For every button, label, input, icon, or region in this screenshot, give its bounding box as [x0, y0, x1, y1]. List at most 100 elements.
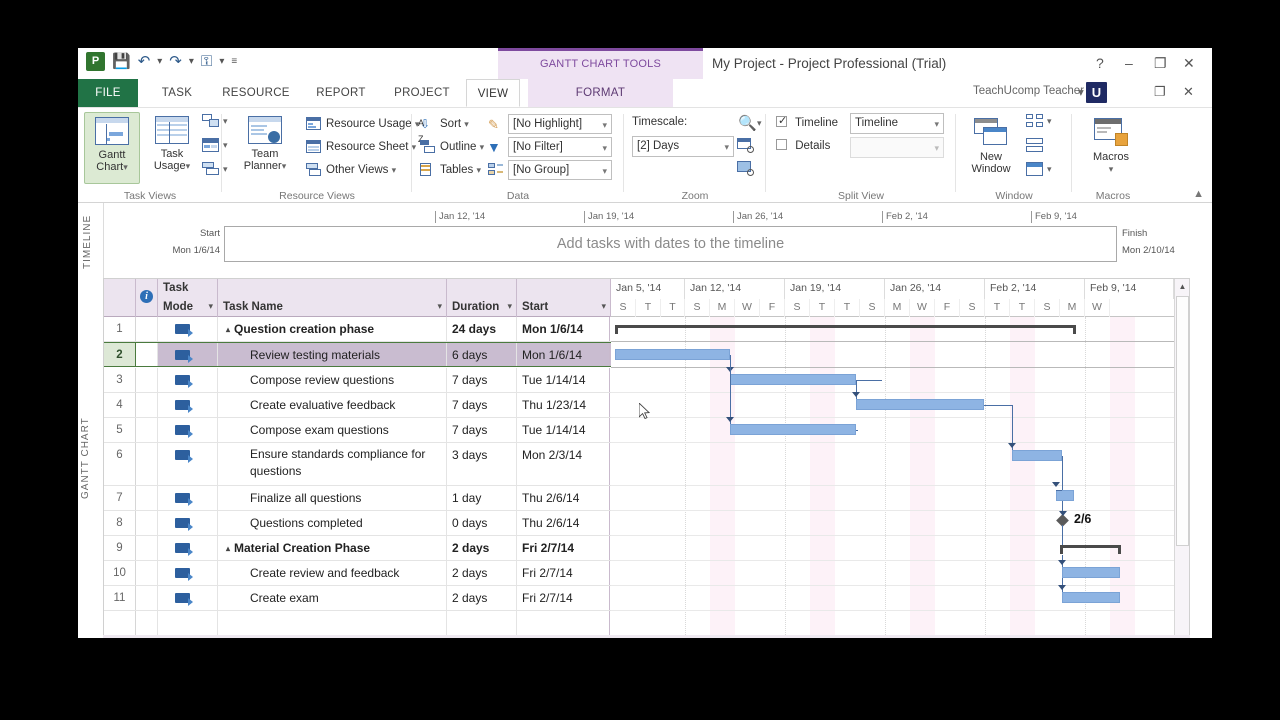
network-diagram-button[interactable]	[202, 114, 219, 128]
row-task-name-cell[interactable]	[218, 611, 447, 636]
table-row-empty[interactable]	[104, 611, 611, 636]
gantt-task-bar[interactable]	[730, 424, 856, 435]
row-task-mode-cell[interactable]	[158, 368, 218, 392]
header-task-name[interactable]: Task Name ▾	[218, 279, 447, 317]
row-number[interactable]: 5	[104, 418, 136, 442]
tab-view[interactable]: VIEW	[466, 79, 520, 107]
row-duration-cell[interactable]: 7 days	[447, 418, 517, 442]
row-indicator-cell[interactable]	[136, 611, 158, 636]
row-task-name-cell[interactable]: Questions completed	[218, 511, 447, 535]
undo-icon[interactable]: ↶	[138, 52, 151, 71]
outline-caret-icon[interactable]: ▾	[480, 142, 485, 152]
header-task-name-caret-icon[interactable]: ▾	[437, 301, 442, 312]
row-duration-cell[interactable]: 6 days	[447, 343, 517, 366]
row-start-cell[interactable]: Tue 1/14/14	[517, 418, 610, 442]
link-dropdown-icon[interactable]: ▾	[219, 52, 224, 71]
gantt-task-bar[interactable]	[1056, 490, 1074, 501]
gantt-chart-caret-icon[interactable]: ▾	[123, 162, 128, 172]
tab-resource[interactable]: RESOURCE	[212, 79, 300, 107]
header-task-mode[interactable]: Task Mode ▾	[158, 279, 218, 317]
gantt-summary-bar[interactable]	[615, 325, 1076, 334]
row-task-mode-cell[interactable]	[158, 586, 218, 610]
timescale-combo[interactable]: [2] Days ▾	[632, 136, 734, 157]
new-window-button[interactable]: New Window	[960, 112, 1022, 184]
row-task-name-cell[interactable]: Create evaluative feedback	[218, 393, 447, 417]
row-task-mode-cell[interactable]	[158, 393, 218, 417]
account-avatar[interactable]: U	[1086, 82, 1107, 103]
row-indicator-cell[interactable]	[136, 586, 158, 610]
row-number[interactable]: 3	[104, 368, 136, 392]
row-task-name-cell[interactable]: Compose exam questions	[218, 418, 447, 442]
sort-caret-icon[interactable]: ▾	[464, 119, 469, 129]
outline-item[interactable]: Outline ▾	[420, 139, 484, 155]
close-button[interactable]: ✕	[1183, 55, 1195, 72]
row-task-mode-cell[interactable]	[158, 486, 218, 510]
row-indicator-cell[interactable]	[136, 486, 158, 510]
row-start-cell[interactable]: Tue 1/14/14	[517, 368, 610, 392]
table-row[interactable]: 10 Create review and feedback 2 days Fri…	[104, 561, 611, 586]
collapse-icon[interactable]: ▴	[226, 317, 230, 342]
team-planner-caret-icon[interactable]: ▾	[282, 161, 287, 171]
details-checkbox-row[interactable]: Details	[776, 139, 830, 152]
row-task-mode-cell[interactable]	[158, 536, 218, 560]
row-indicator-cell[interactable]	[136, 343, 158, 366]
row-duration-cell[interactable]: 2 days	[447, 586, 517, 610]
row-start-cell[interactable]: Fri 2/7/14	[517, 561, 610, 585]
filter-combo[interactable]: [No Filter] ▾	[508, 137, 612, 157]
row-indicator-cell[interactable]	[136, 368, 158, 392]
row-task-name-cell[interactable]: Create exam	[218, 586, 447, 610]
row-indicator-cell[interactable]	[136, 561, 158, 585]
row-start-cell[interactable]: Thu 2/6/14	[517, 511, 610, 535]
group-caret-icon[interactable]: ▾	[602, 162, 607, 180]
save-icon[interactable]: 💾	[112, 52, 131, 71]
tab-report[interactable]: REPORT	[304, 79, 378, 107]
header-indicators[interactable]: i	[136, 279, 158, 317]
table-row[interactable]: 3 Compose review questions 7 days Tue 1/…	[104, 368, 611, 393]
details-checkbox[interactable]	[776, 139, 787, 150]
other-views-item[interactable]: Other Views ▾	[306, 162, 396, 178]
row-indicator-cell[interactable]	[136, 393, 158, 417]
collapse-icon[interactable]: ▴	[226, 536, 230, 561]
row-number[interactable]: 1	[104, 317, 136, 341]
row-task-name-cell[interactable]: ▴ Question creation phase	[218, 317, 447, 341]
vertical-scrollbar[interactable]: ▲	[1174, 279, 1189, 637]
row-indicator-cell[interactable]	[136, 317, 158, 341]
row-start-cell[interactable]: Thu 2/6/14	[517, 486, 610, 510]
task-usage-caret-icon[interactable]: ▾	[186, 161, 191, 171]
row-start-cell[interactable]	[517, 611, 610, 636]
zoom-icon[interactable]: 🔍	[738, 114, 757, 132]
table-row[interactable]: 5 Compose exam questions 7 days Tue 1/14…	[104, 418, 611, 443]
row-task-name-cell[interactable]: Compose review questions	[218, 368, 447, 392]
account-name[interactable]: TeachUcomp Teacher	[973, 85, 1084, 97]
row-start-cell[interactable]: Fri 2/7/14	[517, 586, 610, 610]
redo-icon[interactable]: ↷	[169, 52, 182, 71]
zoom-caret-icon[interactable]: ▾	[757, 118, 762, 129]
row-indicator-cell[interactable]	[136, 536, 158, 560]
header-start-caret-icon[interactable]: ▾	[601, 301, 606, 312]
highlight-caret-icon[interactable]: ▾	[602, 116, 607, 134]
row-task-name-cell[interactable]: Create review and feedback	[218, 561, 447, 585]
restore-button[interactable]: ❐	[1154, 55, 1167, 72]
row-start-cell[interactable]: Mon 1/6/14	[517, 317, 610, 341]
row-duration-cell[interactable]: 0 days	[447, 511, 517, 535]
row-duration-cell[interactable]: 7 days	[447, 393, 517, 417]
row-number[interactable]: 2	[104, 343, 136, 366]
row-indicator-cell[interactable]	[136, 511, 158, 535]
gantt-task-bar[interactable]	[730, 374, 856, 385]
gantt-summary-bar[interactable]	[1060, 545, 1121, 554]
table-row[interactable]: 4 Create evaluative feedback 7 days Thu …	[104, 393, 611, 418]
account-caret-icon[interactable]: ▾	[1078, 85, 1084, 99]
timeline-checkbox-row[interactable]: Timeline	[776, 114, 838, 129]
tab-task[interactable]: TASK	[146, 79, 208, 107]
arrange-all-caret-icon[interactable]: ▾	[1047, 116, 1052, 127]
header-task-mode-caret-icon[interactable]: ▾	[208, 301, 213, 312]
scroll-up-icon[interactable]: ▲	[1175, 279, 1189, 295]
table-row[interactable]: 1 ▴ Question creation phase 24 days Mon 1…	[104, 317, 611, 342]
row-start-cell[interactable]: Fri 2/7/14	[517, 536, 610, 560]
row-number[interactable]: 11	[104, 586, 136, 610]
row-duration-cell[interactable]: 1 day	[447, 486, 517, 510]
row-number[interactable]	[104, 611, 136, 636]
row-duration-cell[interactable]	[447, 611, 517, 636]
gantt-chart-body[interactable]: 2/6	[611, 317, 1174, 637]
selected-tasks-icon[interactable]	[737, 161, 754, 176]
